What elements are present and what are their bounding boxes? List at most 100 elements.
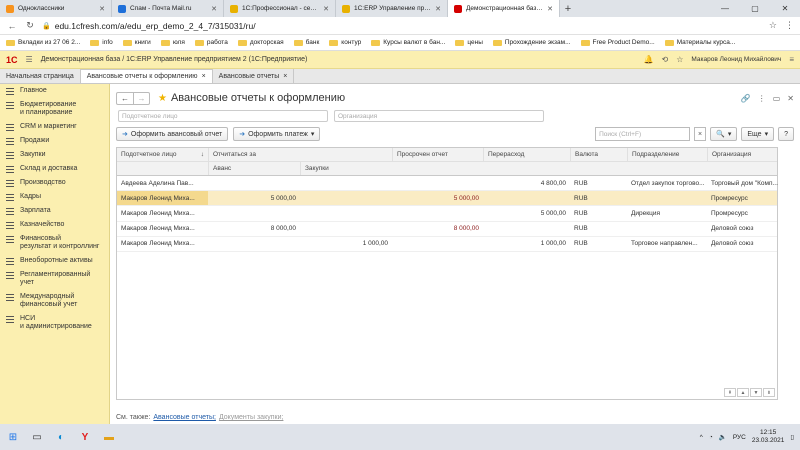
browser-tab[interactable]: Спам - Почта Mail.ru ✕ xyxy=(112,0,224,17)
expand-icon[interactable]: ▭ xyxy=(773,94,781,103)
scroll-top-icon[interactable]: ⇞ xyxy=(724,388,736,397)
header-department[interactable]: Подразделение xyxy=(627,148,707,161)
close-tab-icon[interactable]: ✕ xyxy=(99,5,105,13)
bookmark-star-icon[interactable]: ☆ xyxy=(769,20,777,31)
bookmark-item[interactable]: контур xyxy=(329,39,361,46)
edge-browser-icon[interactable]: ◐ xyxy=(54,430,68,444)
bookmark-item[interactable]: докторская xyxy=(237,39,284,46)
url-field[interactable]: 🔒 edu.1cfresh.com/a/edu_erp_demo_2_4_7/3… xyxy=(42,21,763,31)
back-arrow-icon[interactable]: ← xyxy=(117,93,133,104)
create-payment-button[interactable]: ➜ Оформить платеж ▾ xyxy=(233,127,321,141)
close-window-icon[interactable]: ✕ xyxy=(770,0,800,17)
table-row[interactable]: Макаров Леонид Миха... 5 000,00 RUB Дирекци… xyxy=(117,206,777,222)
close-tab-icon[interactable]: ✕ xyxy=(323,5,329,13)
header-person[interactable]: Подотчетное лицо ↓ xyxy=(117,148,208,161)
sidebar-item[interactable]: Кадры xyxy=(0,190,109,204)
scroll-up-icon[interactable]: ▲ xyxy=(737,388,749,397)
help-button[interactable]: ? xyxy=(778,127,794,141)
sidebar-item[interactable]: Казначейство xyxy=(0,218,109,232)
new-tab-button[interactable]: + xyxy=(560,0,576,17)
table-row[interactable]: Макаров Леонид Миха... 8 000,00 8 000,00 RU… xyxy=(117,222,777,237)
more-button[interactable]: Еще ▾ xyxy=(741,127,775,141)
language-indicator[interactable]: РУС xyxy=(733,434,746,441)
sidebar-item[interactable]: НСИ и администрирование xyxy=(0,312,109,334)
extensions-icon[interactable]: ⋮ xyxy=(785,20,794,31)
sections-menu-icon[interactable]: ☰ xyxy=(26,55,33,64)
task-view-icon[interactable]: ▭ xyxy=(30,430,44,444)
header-organization[interactable]: Организация xyxy=(707,148,779,161)
browser-tab[interactable]: 1С:ERP Управление предприят... ✕ xyxy=(336,0,448,17)
sidebar-item[interactable]: Международный финансовый учет xyxy=(0,290,109,312)
search-input[interactable]: Поиск (Ctrl+F) xyxy=(595,127,691,141)
sidebar-item[interactable]: Внеоборотные активы xyxy=(0,254,109,268)
clear-search-icon[interactable]: × xyxy=(694,127,707,141)
sidebar-item[interactable]: Склад и доставка xyxy=(0,162,109,176)
table-row[interactable]: Макаров Леонид Миха... 1 000,00 1 000,00 RU… xyxy=(117,237,777,252)
bookmark-item[interactable]: Прохождение экзам... xyxy=(492,39,571,46)
scroll-down-icon[interactable]: ▼ xyxy=(750,388,762,397)
history-icon[interactable]: ⟲ xyxy=(662,55,669,64)
header-overdue[interactable]: Просрочен отчет xyxy=(392,148,483,161)
file-explorer-icon[interactable]: ▬ xyxy=(102,430,116,444)
clock[interactable]: 12:15 23.03.2021 xyxy=(752,429,785,445)
close-tab-icon[interactable]: ✕ xyxy=(547,5,553,13)
volume-icon[interactable]: 🔈 xyxy=(719,433,727,441)
bookmark-item[interactable]: цены xyxy=(455,39,483,46)
create-advance-report-button[interactable]: ➜ Оформить авансовый отчет xyxy=(116,127,229,141)
advance-reports-link[interactable]: Авансовые отчеты; xyxy=(153,414,216,421)
maximize-icon[interactable]: ▢ xyxy=(740,0,770,17)
sidebar-item[interactable]: Регламентированный учет xyxy=(0,268,109,290)
app-tab-advance-reports[interactable]: Авансовые отчеты × xyxy=(213,69,295,83)
yandex-browser-icon[interactable]: Y xyxy=(78,430,92,444)
close-tab-icon[interactable]: × xyxy=(202,73,206,80)
more-vertical-icon[interactable]: ⋮ xyxy=(758,94,766,103)
favorites-icon[interactable]: ☆ xyxy=(676,55,683,64)
browser-tab[interactable]: 1С:Профессионал - сертифика... ✕ xyxy=(224,0,336,17)
minimize-icon[interactable]: — xyxy=(710,0,740,17)
notifications-center-icon[interactable]: ▯ xyxy=(790,433,794,441)
bookmark-item[interactable]: info xyxy=(90,39,113,46)
sidebar-item[interactable]: Производство xyxy=(0,176,109,190)
close-form-icon[interactable]: ✕ xyxy=(787,94,794,103)
bookmark-item[interactable]: книги xyxy=(122,39,151,46)
close-tab-icon[interactable]: × xyxy=(283,73,287,80)
search-button[interactable]: 🔍 ▾ xyxy=(710,127,738,141)
header-advance[interactable]: Аванс xyxy=(208,162,300,175)
header-currency[interactable]: Валюта xyxy=(570,148,627,161)
bookmark-item[interactable]: Вкладки из 27 06 2... xyxy=(6,39,80,46)
app-tab-home[interactable]: Начальная страница xyxy=(0,69,81,83)
sidebar-item[interactable]: Продажи xyxy=(0,134,109,148)
sidebar-item[interactable]: Финансовый результат и контроллинг xyxy=(0,232,109,254)
bookmark-item[interactable]: Free Product Demo... xyxy=(580,39,655,46)
sidebar-item[interactable]: Зарплата xyxy=(0,204,109,218)
sidebar-item[interactable]: Главное xyxy=(0,84,109,98)
bookmark-item[interactable]: работа xyxy=(194,39,228,46)
close-tab-icon[interactable]: ✕ xyxy=(211,5,217,13)
bookmark-item[interactable]: Курсы валют в бан... xyxy=(371,39,445,46)
bookmark-item[interactable]: Материалы курса... xyxy=(664,39,735,46)
notifications-icon[interactable]: 🔔 xyxy=(644,55,654,64)
sidebar-item[interactable]: Бюджетирование и планирование xyxy=(0,98,109,120)
header-report-for[interactable]: Отчитаться за xyxy=(208,148,392,161)
sidebar-item[interactable]: Закупки xyxy=(0,148,109,162)
user-name[interactable]: Макаров Леонид Михайлович xyxy=(691,56,781,63)
browser-tab[interactable]: Одноклассники ✕ xyxy=(0,0,112,17)
sidebar-item[interactable]: CRM и маркетинг xyxy=(0,120,109,134)
link-icon[interactable]: 🔗 xyxy=(741,94,751,103)
app-tab-advance-reports-to-issue[interactable]: Авансовые отчеты к оформлению × xyxy=(80,69,213,83)
favorite-star-icon[interactable]: ★ xyxy=(158,93,167,104)
bookmark-item[interactable]: банк xyxy=(293,39,319,46)
show-hidden-icon[interactable]: ^ xyxy=(700,434,703,441)
bookmark-item[interactable]: юля xyxy=(160,39,185,46)
purchase-documents-link[interactable]: Документы закупки; xyxy=(219,414,283,421)
reload-icon[interactable]: ↻ xyxy=(24,20,36,31)
table-row[interactable]: Макаров Леонид Миха... 5 000,00 5 000,00 RU… xyxy=(117,191,777,207)
forward-arrow-icon[interactable]: → xyxy=(133,92,149,104)
back-icon[interactable]: ← xyxy=(6,21,18,31)
person-filter-input[interactable]: Подотчетное лицо xyxy=(118,110,328,122)
close-tab-icon[interactable]: ✕ xyxy=(435,5,441,13)
app-menu-icon[interactable]: ≡ xyxy=(789,55,794,64)
windows-start-icon[interactable]: ⊞ xyxy=(6,430,20,444)
organization-filter-input[interactable]: Организация xyxy=(334,110,544,122)
network-icon[interactable]: ◔ xyxy=(709,434,713,441)
